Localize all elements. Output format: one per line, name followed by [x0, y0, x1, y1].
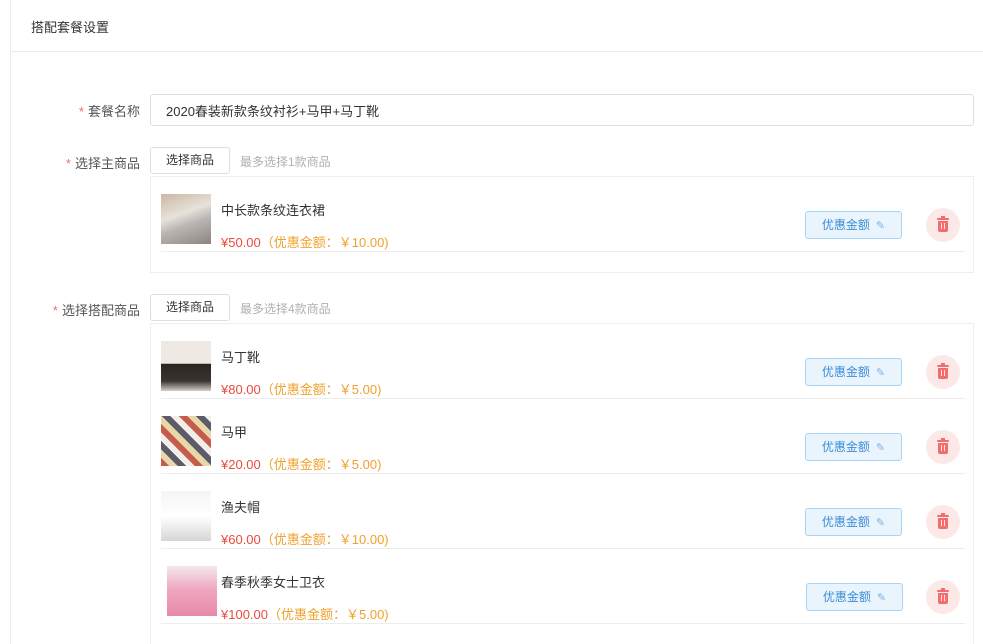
product-discount: （优惠金额：￥5.00) [268, 607, 389, 622]
product-price-line: ¥50.00（优惠金额：￥10.00) [221, 232, 389, 251]
combo-product-item: 马丁靴 ¥80.00（优惠金额：￥5.00) 优惠金额 ✎ [161, 324, 965, 399]
product-name: 马丁靴 [221, 350, 261, 365]
product-name: 中长款条纹连衣裙 [221, 203, 326, 218]
product-discount: （优惠金额：￥5.00) [260, 457, 382, 472]
trash-icon [938, 443, 948, 454]
hoodie-photo [167, 566, 217, 616]
vest-photo [161, 416, 211, 466]
package-name-input[interactable] [150, 94, 974, 126]
product-price: ¥50.00 [221, 235, 261, 250]
product-price: ¥60.00 [221, 532, 261, 547]
trash-icon [938, 593, 948, 604]
edit-discount-button[interactable]: 优惠金额 ✎ [805, 508, 902, 536]
pencil-icon: ✎ [875, 367, 886, 379]
required-mark: * [52, 303, 58, 318]
product-discount: （优惠金额：￥5.00) [260, 382, 382, 397]
product-price: ¥80.00 [221, 382, 261, 397]
delete-button[interactable] [926, 505, 960, 539]
delete-button[interactable] [926, 580, 960, 614]
combo-product-hint: 最多选择4款商品 [240, 302, 331, 316]
select-combo-product-button[interactable]: 选择商品 [150, 294, 230, 321]
boots-photo [161, 341, 211, 391]
main-product-item: 中长款条纹连衣裙 ¥50.00（优惠金额：￥10.00) 优惠金额 ✎ [161, 177, 965, 252]
dress-photo [161, 194, 211, 244]
trash-icon [938, 221, 948, 232]
main-product-list: 中长款条纹连衣裙 ¥50.00（优惠金额：￥10.00) 优惠金额 ✎ [150, 176, 974, 273]
required-mark: * [78, 104, 84, 119]
edit-discount-button[interactable]: 优惠金额 ✎ [806, 583, 903, 611]
delete-button[interactable] [926, 430, 960, 464]
main-product-hint: 最多选择1款商品 [240, 155, 331, 169]
pencil-icon: ✎ [875, 220, 886, 232]
page-header: 搭配套餐设置 [10, 0, 983, 52]
pencil-icon: ✎ [875, 442, 886, 454]
product-price-line: ¥60.00（优惠金额：￥10.00) [221, 529, 389, 548]
trash-icon [938, 368, 948, 379]
edit-discount-button[interactable]: 优惠金额 ✎ [805, 358, 902, 386]
product-discount: （优惠金额：￥10.00) [260, 532, 389, 547]
product-price-line: ¥80.00（优惠金额：￥5.00) [221, 379, 381, 398]
delete-button[interactable] [926, 208, 960, 242]
delete-button[interactable] [926, 355, 960, 389]
combo-product-item: 渔夫帽 ¥60.00（优惠金额：￥10.00) 优惠金额 ✎ [161, 474, 965, 549]
page-title: 搭配套餐设置 [31, 20, 110, 35]
hat-photo [161, 491, 211, 541]
edit-discount-button[interactable]: 优惠金额 ✎ [805, 211, 902, 239]
combo-product-label: * 选择搭配商品 [52, 303, 140, 318]
product-price-line: ¥20.00（优惠金额：￥5.00) [221, 454, 381, 473]
product-price: ¥100.00 [221, 607, 268, 622]
product-price-line: ¥100.00（优惠金额：￥5.00) [221, 604, 389, 623]
select-main-product-button[interactable]: 选择商品 [150, 147, 230, 174]
required-mark: * [65, 156, 71, 171]
package-name-label: * 套餐名称 [78, 104, 140, 119]
edit-discount-button[interactable]: 优惠金额 ✎ [805, 433, 902, 461]
product-name: 马甲 [221, 425, 248, 440]
combo-product-item: 春季秋季女士卫衣 ¥100.00（优惠金额：￥5.00) 优惠金额 ✎ [161, 549, 965, 624]
main-product-label: * 选择主商品 [65, 156, 140, 171]
combo-product-list: 马丁靴 ¥80.00（优惠金额：￥5.00) 优惠金额 ✎ 马甲 ¥20.00（优… [150, 323, 974, 644]
product-price: ¥20.00 [221, 457, 261, 472]
pencil-icon: ✎ [875, 517, 886, 529]
product-name: 渔夫帽 [221, 500, 261, 515]
product-discount: （优惠金额：￥10.00) [260, 235, 389, 250]
product-name: 春季秋季女士卫衣 [221, 575, 326, 590]
pencil-icon: ✎ [876, 592, 887, 604]
combo-product-item: 马甲 ¥20.00（优惠金额：￥5.00) 优惠金额 ✎ [161, 399, 965, 474]
trash-icon [938, 518, 948, 529]
